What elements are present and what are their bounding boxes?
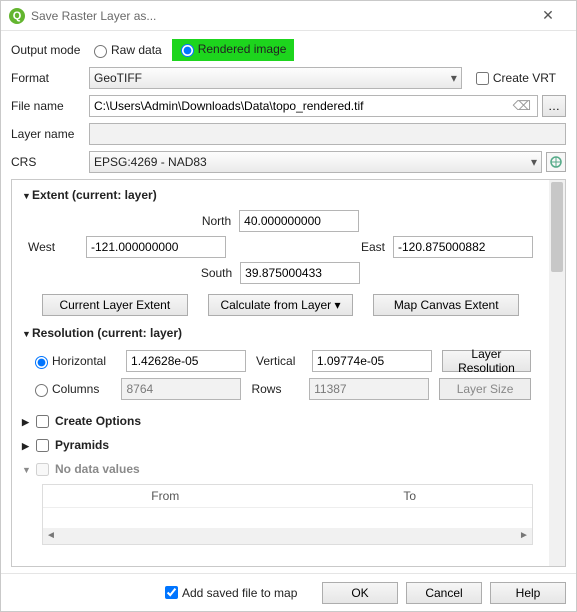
resolution-title: Resolution (current: layer) [32,326,182,340]
add-to-map-checkbox[interactable]: Add saved file to map [161,583,297,602]
current-layer-extent-button[interactable]: Current Layer Extent [42,294,188,316]
create-options-header[interactable]: Create Options [22,414,539,428]
rendered-image-radio[interactable]: Rendered image [176,41,287,57]
rendered-image-label: Rendered image [198,42,287,56]
chevron-down-icon: ▾ [531,155,537,169]
dialog-footer: Add saved file to map OK Cancel Help [1,573,576,611]
expand-icon [22,414,32,428]
rows-label: Rows [251,382,299,396]
layer-size-button: Layer Size [439,378,531,400]
file-name-label: File name [11,99,89,113]
calculate-from-layer-button[interactable]: Calculate from Layer ▾ [208,294,354,316]
title-bar: Q Save Raster Layer as... ✕ [1,1,576,31]
output-mode-row: Output mode Raw data Rendered image [11,39,566,61]
collapse-icon [22,462,32,476]
south-label: South [201,266,232,280]
expand-icon [22,438,32,452]
columns-label: Columns [52,382,99,396]
east-label: East [335,240,385,254]
ok-button[interactable]: OK [322,582,398,604]
resolution-group: Resolution (current: layer) Horizontal V… [22,326,539,404]
rows-input [309,378,429,400]
nodata-group: No data values From To [22,462,539,545]
nodata-table-body [43,508,532,528]
collapse-icon [22,188,32,202]
cancel-button[interactable]: Cancel [406,582,482,604]
crs-label: CRS [11,155,89,169]
layer-name-row: Layer name [11,123,566,145]
scroll-thumb[interactable] [551,182,563,272]
raw-data-radio[interactable]: Raw data [89,42,162,58]
crs-picker-icon[interactable] [546,152,566,172]
nodata-header[interactable]: No data values [22,462,539,476]
format-row: Format GeoTIFF ▾ Create VRT [11,67,566,89]
create-vrt-checkbox[interactable]: Create VRT [472,69,556,88]
format-value: GeoTIFF [94,71,451,85]
extent-header[interactable]: Extent (current: layer) [22,188,539,202]
horizontal-label: Horizontal [52,354,106,368]
horizontal-input[interactable] [126,350,246,372]
chevron-down-icon: ▾ [451,71,457,85]
help-button[interactable]: Help [490,582,566,604]
vertical-label: Vertical [256,354,302,368]
file-name-input[interactable] [94,96,509,116]
browse-file-button[interactable]: … [542,95,566,117]
layer-name-input [89,123,566,145]
north-input[interactable] [239,210,359,232]
south-input[interactable] [240,262,360,284]
pyramids-header[interactable]: Pyramids [22,438,539,452]
create-options-checkbox[interactable] [36,415,49,428]
layer-resolution-button[interactable]: Layer Resolution [442,350,531,372]
create-vrt-label: Create VRT [493,71,556,85]
options-scrollpane: Extent (current: layer) North West East … [11,179,566,567]
app-icon: Q [9,8,25,24]
extent-title: Extent (current: layer) [32,188,157,202]
nodata-checkbox [36,463,49,476]
format-select[interactable]: GeoTIFF ▾ [89,67,462,89]
add-to-map-label: Add saved file to map [182,586,297,600]
output-mode-label: Output mode [11,43,89,57]
pyramids-title: Pyramids [55,438,109,452]
west-label: West [28,240,78,254]
columns-input [121,378,241,400]
crs-select[interactable]: EPSG:4269 - NAD83 ▾ [89,151,542,173]
map-canvas-extent-button[interactable]: Map Canvas Extent [373,294,519,316]
rendered-image-highlight: Rendered image [172,39,295,61]
window-title: Save Raster Layer as... [31,9,528,23]
nodata-table: From To [42,484,533,545]
horizontal-scrollbar[interactable] [43,528,532,544]
horizontal-radio[interactable]: Horizontal [30,353,106,369]
file-name-row: File name ⌫ … [11,95,566,117]
crs-value: EPSG:4269 - NAD83 [94,155,531,169]
nodata-col-from: From [43,485,288,507]
columns-radio[interactable]: Columns [30,381,101,397]
vertical-input[interactable] [312,350,432,372]
clear-filename-icon[interactable]: ⌫ [509,98,535,114]
create-options-group: Create Options [22,414,539,428]
west-input[interactable] [86,236,226,258]
layer-name-label: Layer name [11,127,89,141]
collapse-icon [22,326,32,340]
north-label: North [202,214,231,228]
raw-data-label: Raw data [111,43,162,57]
pyramids-checkbox[interactable] [36,439,49,452]
resolution-header[interactable]: Resolution (current: layer) [22,326,539,340]
close-button[interactable]: ✕ [528,7,568,24]
create-options-title: Create Options [55,414,141,428]
extent-group: Extent (current: layer) North West East … [22,188,539,316]
vertical-scrollbar[interactable] [549,180,565,566]
nodata-col-to: To [288,485,533,507]
format-label: Format [11,71,89,85]
east-input[interactable] [393,236,533,258]
crs-row: CRS EPSG:4269 - NAD83 ▾ [11,151,566,173]
dialog-content: Output mode Raw data Rendered image Form… [1,31,576,567]
pyramids-group: Pyramids [22,438,539,452]
nodata-title: No data values [55,462,140,476]
